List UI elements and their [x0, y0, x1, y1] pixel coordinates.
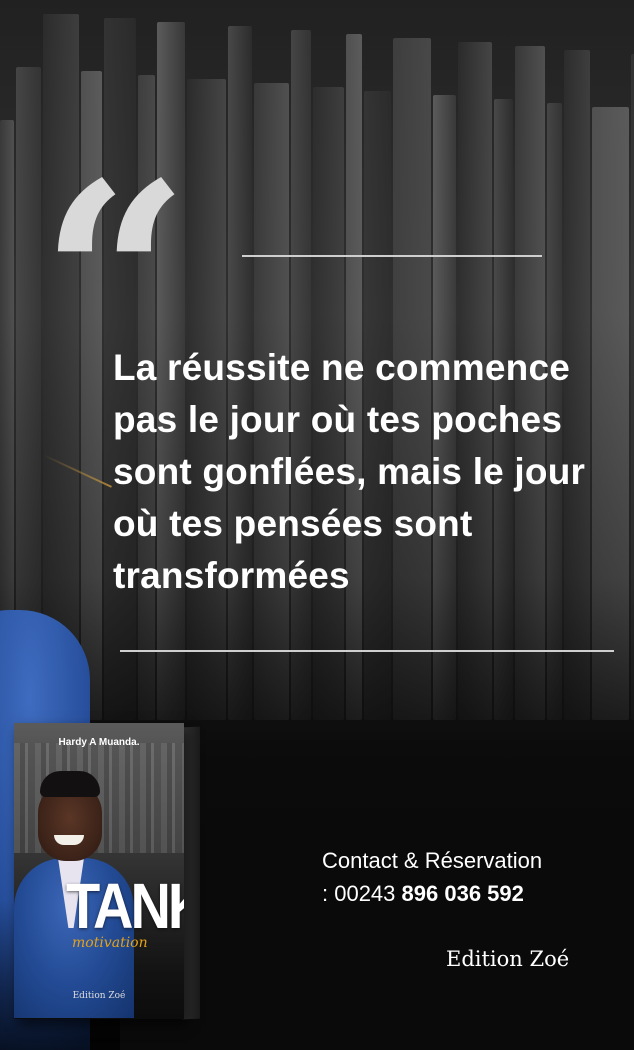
divider-bottom	[120, 650, 614, 652]
contact-block: Contact & Réservation : 00243 896 036 59…	[322, 845, 622, 911]
poster: “ La réussite ne commence pas le jour où…	[0, 0, 634, 1050]
contact-label: Contact & Réservation	[322, 848, 543, 873]
edition-label: Edition Zoé	[446, 947, 570, 971]
book-cover: Hardy A Muanda. TANK motivation Edition …	[14, 723, 184, 1019]
cover-portrait-hair	[40, 771, 100, 797]
divider-top	[242, 255, 542, 257]
phone-number: 896 036 592	[401, 881, 524, 906]
book-spine	[182, 726, 200, 1020]
phone-prefix: : 00243	[322, 881, 396, 906]
book-publisher: Edition Zoé	[72, 991, 126, 1001]
contact-phone: : 00243 896 036 592	[322, 877, 622, 911]
quote-mark-icon: “	[40, 127, 190, 432]
book-mockup: Hardy A Muanda. TANK motivation Edition …	[14, 723, 200, 1023]
book-subtitle: motivation	[72, 935, 148, 951]
book-title: TANK	[66, 869, 184, 942]
quote-text: La réussite ne commence pas le jour où t…	[113, 347, 586, 596]
book-author: Hardy A Muanda.	[58, 737, 140, 748]
